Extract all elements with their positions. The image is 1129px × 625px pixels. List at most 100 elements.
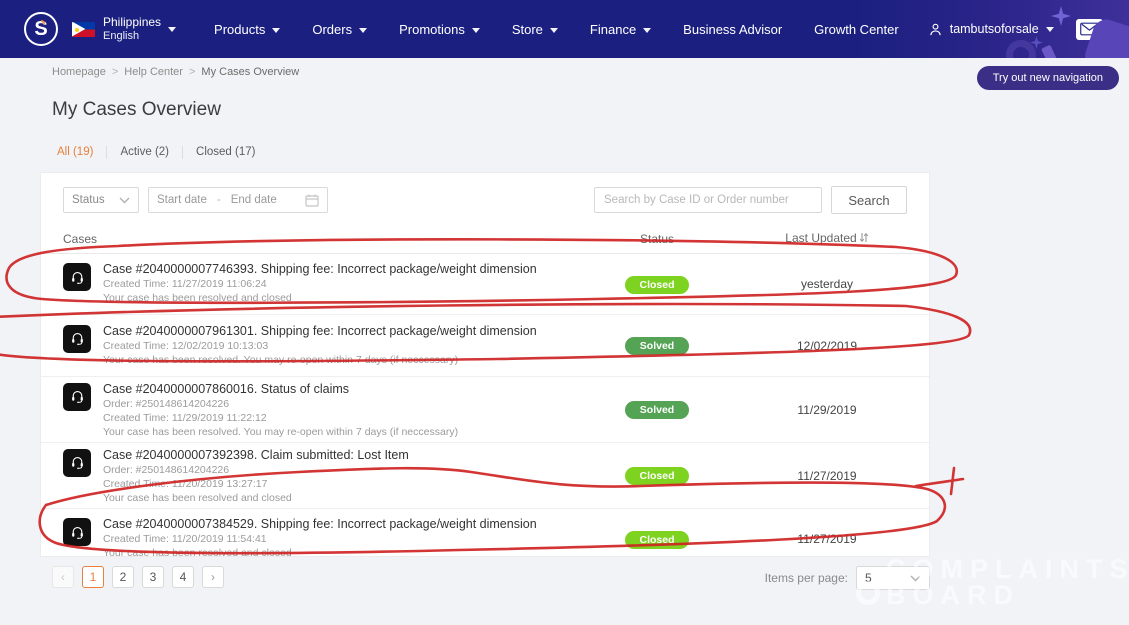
mail-button[interactable] [1076, 19, 1103, 40]
case-title[interactable]: Case #2040000007384529. Shipping fee: In… [103, 516, 537, 532]
case-row[interactable]: Case #2040000007860016. Status of claims… [41, 377, 929, 443]
case-title[interactable]: Case #2040000007961301. Shipping fee: In… [103, 323, 537, 339]
tab-active[interactable]: Active (2) [107, 146, 183, 159]
region-language: English [103, 30, 161, 44]
table-header: Cases Status Last Updated [41, 222, 929, 254]
nav-menu: Products Orders Promotions Store Finance… [198, 22, 915, 37]
nav-item-products[interactable]: Products [198, 22, 296, 37]
pagination: ‹ 1 2 3 4 › [52, 566, 224, 588]
region-country: Philippines [103, 15, 161, 30]
start-date-placeholder: Start date [157, 194, 207, 206]
last-updated-value: yesterday [747, 277, 907, 291]
items-per-page-label: Items per page: [765, 571, 848, 585]
case-created-time: Created Time: 11/20/2019 13:27:17 [103, 477, 409, 491]
headset-icon [63, 325, 91, 353]
calendar-icon [305, 194, 319, 207]
chevron-down-icon [1046, 27, 1054, 32]
chevron-down-icon [643, 28, 651, 33]
breadcrumb-help-center[interactable]: Help Center [124, 66, 183, 78]
pagination-prev-button[interactable]: ‹ [52, 566, 74, 588]
red-tick-right [951, 468, 954, 494]
region-language-selector[interactable]: Philippines English [103, 15, 161, 44]
pagination-page-3[interactable]: 3 [142, 566, 164, 588]
pagination-next-button[interactable]: › [202, 566, 224, 588]
status-filter-select[interactable]: Status [63, 187, 139, 213]
case-filter-tabs: All (19) Active (2) Closed (17) [57, 146, 268, 159]
tab-closed[interactable]: Closed (17) [183, 146, 268, 159]
cases-card: Status Start date - End date Search Case… [40, 172, 930, 557]
case-order-number: Order: #250148614204226 [103, 463, 409, 477]
case-note: Your case has been resolved and closed [103, 491, 409, 505]
nav-item-orders[interactable]: Orders [296, 22, 383, 37]
case-note: Your case has been resolved and closed [103, 546, 537, 560]
headset-icon [63, 383, 91, 411]
headset-icon [63, 263, 91, 291]
sort-arrows-icon[interactable] [859, 232, 869, 246]
case-created-time: Created Time: 12/02/2019 10:13:03 [103, 339, 537, 353]
items-per-page-select[interactable]: 5 [856, 566, 930, 590]
case-row[interactable]: Case #2040000007746393. Shipping fee: In… [41, 254, 929, 315]
chevron-down-icon [472, 28, 480, 33]
headset-icon [63, 449, 91, 477]
nav-item-promotions[interactable]: Promotions [383, 22, 496, 37]
pagination-page-4[interactable]: 4 [172, 566, 194, 588]
nav-item-growth-center[interactable]: Growth Center [798, 22, 915, 37]
pagination-page-1[interactable]: 1 [82, 566, 104, 588]
case-title[interactable]: Case #2040000007392398. Claim submitted:… [103, 447, 409, 463]
breadcrumb-current: My Cases Overview [201, 66, 299, 78]
username: tambutsoforsale [950, 22, 1039, 36]
chevron-down-icon [910, 575, 921, 582]
case-row[interactable]: Case #2040000007961301. Shipping fee: In… [41, 315, 929, 377]
envelope-icon [1080, 22, 1099, 36]
status-badge: Solved [625, 401, 689, 419]
case-title[interactable]: Case #2040000007860016. Status of claims [103, 381, 458, 397]
header-cases: Cases [63, 232, 567, 246]
user-menu[interactable]: tambutsoforsale [927, 21, 1054, 38]
status-badge: Closed [625, 467, 689, 485]
navbar-right: tambutsoforsale [927, 19, 1103, 40]
headset-icon [63, 518, 91, 546]
status-badge: Solved [625, 337, 689, 355]
header-status: Status [567, 232, 747, 246]
case-created-time: Created Time: 11/20/2019 11:54:41 [103, 532, 537, 546]
filter-row: Status Start date - End date Search [41, 173, 929, 222]
case-title[interactable]: Case #2040000007746393. Shipping fee: In… [103, 261, 537, 277]
tab-all[interactable]: All (19) [57, 146, 107, 159]
chevron-down-icon [119, 197, 130, 204]
last-updated-value: 11/27/2019 [747, 532, 907, 546]
last-updated-value: 12/02/2019 [747, 339, 907, 353]
decorative-shape [1041, 45, 1057, 58]
end-date-placeholder: End date [231, 194, 277, 206]
chevron-down-icon [168, 27, 176, 32]
last-updated-value: 11/27/2019 [747, 469, 907, 483]
seller-center-logo[interactable]: S [24, 12, 58, 46]
nav-item-store[interactable]: Store [496, 22, 574, 37]
case-note: Your case has been resolved. You may re-… [103, 353, 537, 367]
search-input[interactable] [594, 187, 822, 213]
case-created-time: Created Time: 11/27/2019 11:06:24 [103, 277, 537, 291]
date-range-picker[interactable]: Start date - End date [148, 187, 328, 213]
chevron-down-icon [550, 28, 558, 33]
try-new-navigation-button[interactable]: Try out new navigation [977, 66, 1119, 90]
case-created-time: Created Time: 11/29/2019 11:22:12 [103, 411, 458, 425]
case-note: Your case has been resolved. You may re-… [103, 425, 458, 439]
last-updated-value: 11/29/2019 [747, 403, 907, 417]
philippines-flag-icon [72, 22, 95, 37]
case-row[interactable]: Case #2040000007392398. Claim submitted:… [41, 443, 929, 509]
breadcrumb: Homepage>Help Center>My Cases Overview [52, 66, 299, 78]
page-title: My Cases Overview [52, 99, 221, 121]
case-note: Your case has been resolved and closed [103, 291, 537, 305]
chevron-down-icon [359, 28, 367, 33]
decorative-shape [1006, 40, 1036, 58]
header-last-updated[interactable]: Last Updated [747, 231, 907, 246]
my-cases-overview-page: { "navbar": { "logo_letter": "S", "regio… [0, 0, 1129, 625]
nav-item-business-advisor[interactable]: Business Advisor [667, 22, 798, 37]
status-badge: Closed [625, 276, 689, 294]
pagination-page-2[interactable]: 2 [112, 566, 134, 588]
breadcrumb-homepage[interactable]: Homepage [52, 66, 106, 78]
nav-item-finance[interactable]: Finance [574, 22, 667, 37]
items-per-page: Items per page: 5 [765, 566, 930, 590]
search-button[interactable]: Search [831, 186, 907, 214]
case-row[interactable]: Case #2040000007384529. Shipping fee: In… [41, 509, 929, 569]
chevron-down-icon [272, 28, 280, 33]
